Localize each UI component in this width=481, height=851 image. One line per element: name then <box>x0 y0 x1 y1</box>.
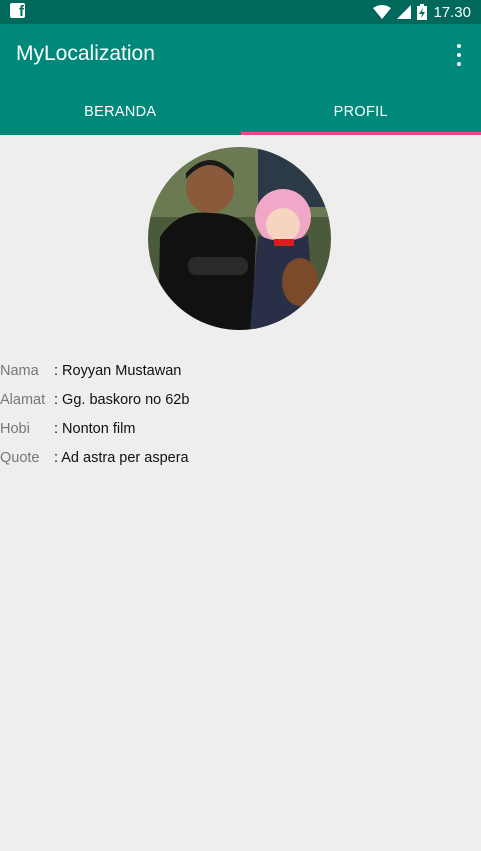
app-bar: MyLocalization BERANDA PROFIL <box>0 24 481 135</box>
info-value: : Nonton film <box>54 420 136 437</box>
facebook-icon: f <box>10 3 25 20</box>
info-label: Quote <box>0 449 40 466</box>
info-value: : Ad astra per aspera <box>54 449 189 466</box>
info-value: : Gg. baskoro no 62b <box>54 391 190 408</box>
info-value: : Royyan Mustawan <box>54 362 182 379</box>
profile-photo <box>148 147 331 330</box>
battery-charging-icon <box>417 4 428 20</box>
info-label: Alamat <box>0 391 46 408</box>
wifi-icon <box>373 5 392 19</box>
overflow-menu-icon[interactable] <box>451 44 467 66</box>
app-title: MyLocalization <box>16 42 155 65</box>
info-row-quote: Quote : Ad astra per aspera <box>0 443 189 472</box>
info-row-hobi: Hobi : Nonton film <box>0 414 189 443</box>
info-row-nama: Nama : Royyan Mustawan <box>0 356 189 385</box>
info-label: Hobi <box>0 420 30 437</box>
status-time: 17.30 <box>433 3 471 21</box>
signal-icon <box>397 5 412 19</box>
info-label: Nama <box>0 362 39 379</box>
status-bar: f 17.30 <box>0 0 481 24</box>
status-icons: 17.30 <box>373 2 471 22</box>
tab-beranda[interactable]: BERANDA <box>0 88 241 135</box>
tab-bar: BERANDA PROFIL <box>0 88 481 135</box>
info-row-alamat: Alamat : Gg. baskoro no 62b <box>0 385 189 414</box>
tab-profil[interactable]: PROFIL <box>240 88 481 135</box>
profile-info: Nama : Royyan Mustawan Alamat : Gg. bask… <box>0 356 189 472</box>
